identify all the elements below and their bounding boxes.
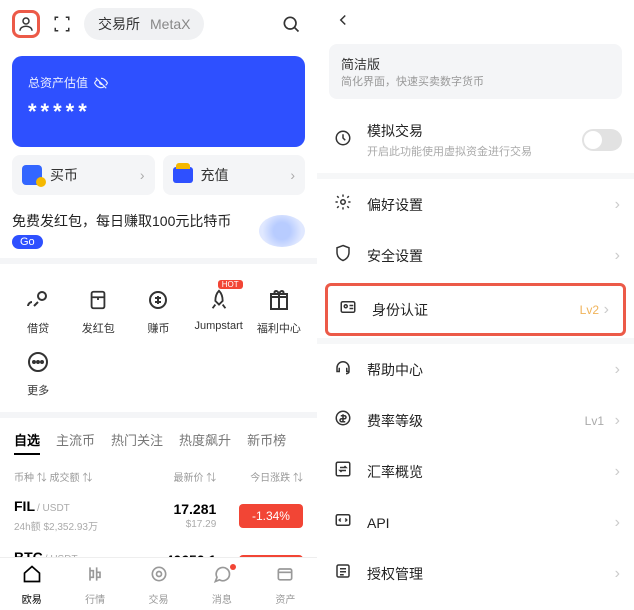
promo-banner[interactable]: 免费发红包，每日赚取100元比特币 Go	[12, 211, 305, 250]
auth-icon	[333, 562, 353, 585]
back-icon[interactable]	[329, 6, 357, 34]
tabbar-4[interactable]: 资产	[254, 564, 317, 606]
grid-label: 更多	[27, 382, 49, 398]
tab-0[interactable]: 自选	[14, 430, 40, 455]
rocket-icon: HOT	[205, 286, 233, 314]
grid-rocket[interactable]: HOT Jumpstart	[189, 280, 249, 342]
banner-title: 简洁版	[341, 54, 484, 73]
gear-icon	[333, 193, 353, 216]
tab-2[interactable]: 热门关注	[111, 430, 163, 455]
gift-icon	[265, 286, 293, 314]
sim-toggle[interactable]	[582, 129, 622, 151]
shield-icon	[333, 244, 353, 267]
grid-label: 发红包	[82, 320, 115, 336]
sim-desc: 开启此功能使用虚拟资金进行交易	[367, 143, 568, 159]
scan-icon[interactable]	[48, 10, 76, 38]
balance-label: 总资产估值	[28, 74, 289, 91]
pill-exchange: 交易所	[98, 14, 140, 34]
grid-label: 赚币	[147, 320, 169, 336]
dollar-icon	[333, 409, 353, 432]
settings-shield[interactable]: 安全设置	[317, 230, 634, 281]
settings-screen: 简洁版 简化界面，快速买卖数字货币 模拟交易 开启此功能使用虚拟资金进行交易 偏…	[317, 0, 634, 610]
wallet-icon	[173, 167, 193, 183]
promo-image	[259, 215, 305, 247]
grid-coin[interactable]: 赚币	[128, 280, 188, 342]
balance-value: *****	[28, 99, 289, 125]
credit-icon	[24, 286, 52, 314]
lite-banner[interactable]: 简洁版 简化界面，快速买卖数字货币	[329, 44, 622, 99]
headset-icon	[333, 358, 353, 381]
search-icon[interactable]	[277, 10, 305, 38]
settings-headset[interactable]: 帮助中心	[317, 344, 634, 395]
identity-label: 身份认证	[372, 300, 566, 320]
mode-pill[interactable]: 交易所 MetaX	[84, 8, 204, 40]
code-icon	[333, 511, 353, 534]
buy-button[interactable]: 买币	[12, 155, 155, 195]
shortcut-grid: 借贷 发红包 赚币 HOT Jumpstart 福利中心更多	[0, 258, 317, 412]
profile-icon[interactable]	[12, 10, 40, 38]
banner-desc: 简化界面，快速买卖数字货币	[341, 73, 484, 89]
grid-label: 福利中心	[257, 320, 301, 336]
sim-icon	[333, 129, 353, 152]
sim-trading-row[interactable]: 模拟交易 开启此功能使用虚拟资金进行交易	[317, 107, 634, 173]
go-badge: Go	[12, 235, 43, 249]
grid-label: 借贷	[27, 320, 49, 336]
settings-auth[interactable]: 授权管理	[317, 548, 634, 599]
identity-badge: Lv2	[580, 303, 599, 317]
tab-1[interactable]: 主流币	[56, 430, 95, 455]
market-tabs: 自选主流币热门关注热度飙升新币榜	[0, 412, 317, 463]
grid-credit[interactable]: 借贷	[8, 280, 68, 342]
tab-4[interactable]: 新币榜	[247, 430, 286, 455]
sim-label: 模拟交易	[367, 121, 568, 141]
tabbar-2[interactable]: 交易	[127, 564, 190, 606]
settings-header	[317, 0, 634, 40]
table-header: 币种 ⇅ 成交额 ⇅ 最新价 ⇅ 今日涨跌 ⇅	[0, 463, 317, 490]
grid-packet[interactable]: 发红包	[68, 280, 128, 342]
tabbar: 欧易行情交易消息资产	[0, 557, 317, 610]
pill-metax: MetaX	[150, 16, 190, 32]
market-row[interactable]: FIL/ USDT24h额 $2,352.93万17.281$17.29-1.3…	[0, 490, 317, 541]
tabbar-0[interactable]: 欧易	[0, 564, 63, 606]
more-icon	[24, 348, 52, 376]
settings-exchange[interactable]: 汇率概览	[317, 446, 634, 497]
main-screen: 交易所 MetaX 总资产估值 ***** 买币 充值 免费发红包，每日赚取10…	[0, 0, 317, 610]
eye-off-icon	[94, 76, 108, 90]
header: 交易所 MetaX	[0, 0, 317, 48]
identity-row[interactable]: 身份认证 Lv2	[328, 286, 623, 333]
action-row: 买币 充值	[0, 155, 317, 195]
grid-gift[interactable]: 福利中心	[249, 280, 309, 342]
grid-more[interactable]: 更多	[8, 342, 68, 404]
exchange-icon	[333, 460, 353, 483]
packet-icon	[84, 286, 112, 314]
grid-label: Jumpstart	[195, 320, 243, 332]
coin-icon	[144, 286, 172, 314]
promo-text: 免费发红包，每日赚取100元比特币	[12, 211, 231, 231]
settings-gear[interactable]: 偏好设置	[317, 179, 634, 230]
balance-card[interactable]: 总资产估值 *****	[12, 56, 305, 147]
tab-3[interactable]: 热度飙升	[179, 430, 231, 455]
settings-code[interactable]: API	[317, 497, 634, 548]
deposit-button[interactable]: 充值	[163, 155, 306, 195]
tabbar-1[interactable]: 行情	[63, 564, 126, 606]
identity-highlight: 身份认证 Lv2	[325, 283, 626, 336]
settings-share[interactable]: 邀请好友	[317, 599, 634, 610]
id-icon	[338, 298, 358, 321]
buy-icon	[22, 165, 42, 185]
settings-dollar[interactable]: 费率等级Lv1	[317, 395, 634, 446]
tabbar-3[interactable]: 消息	[190, 564, 253, 606]
